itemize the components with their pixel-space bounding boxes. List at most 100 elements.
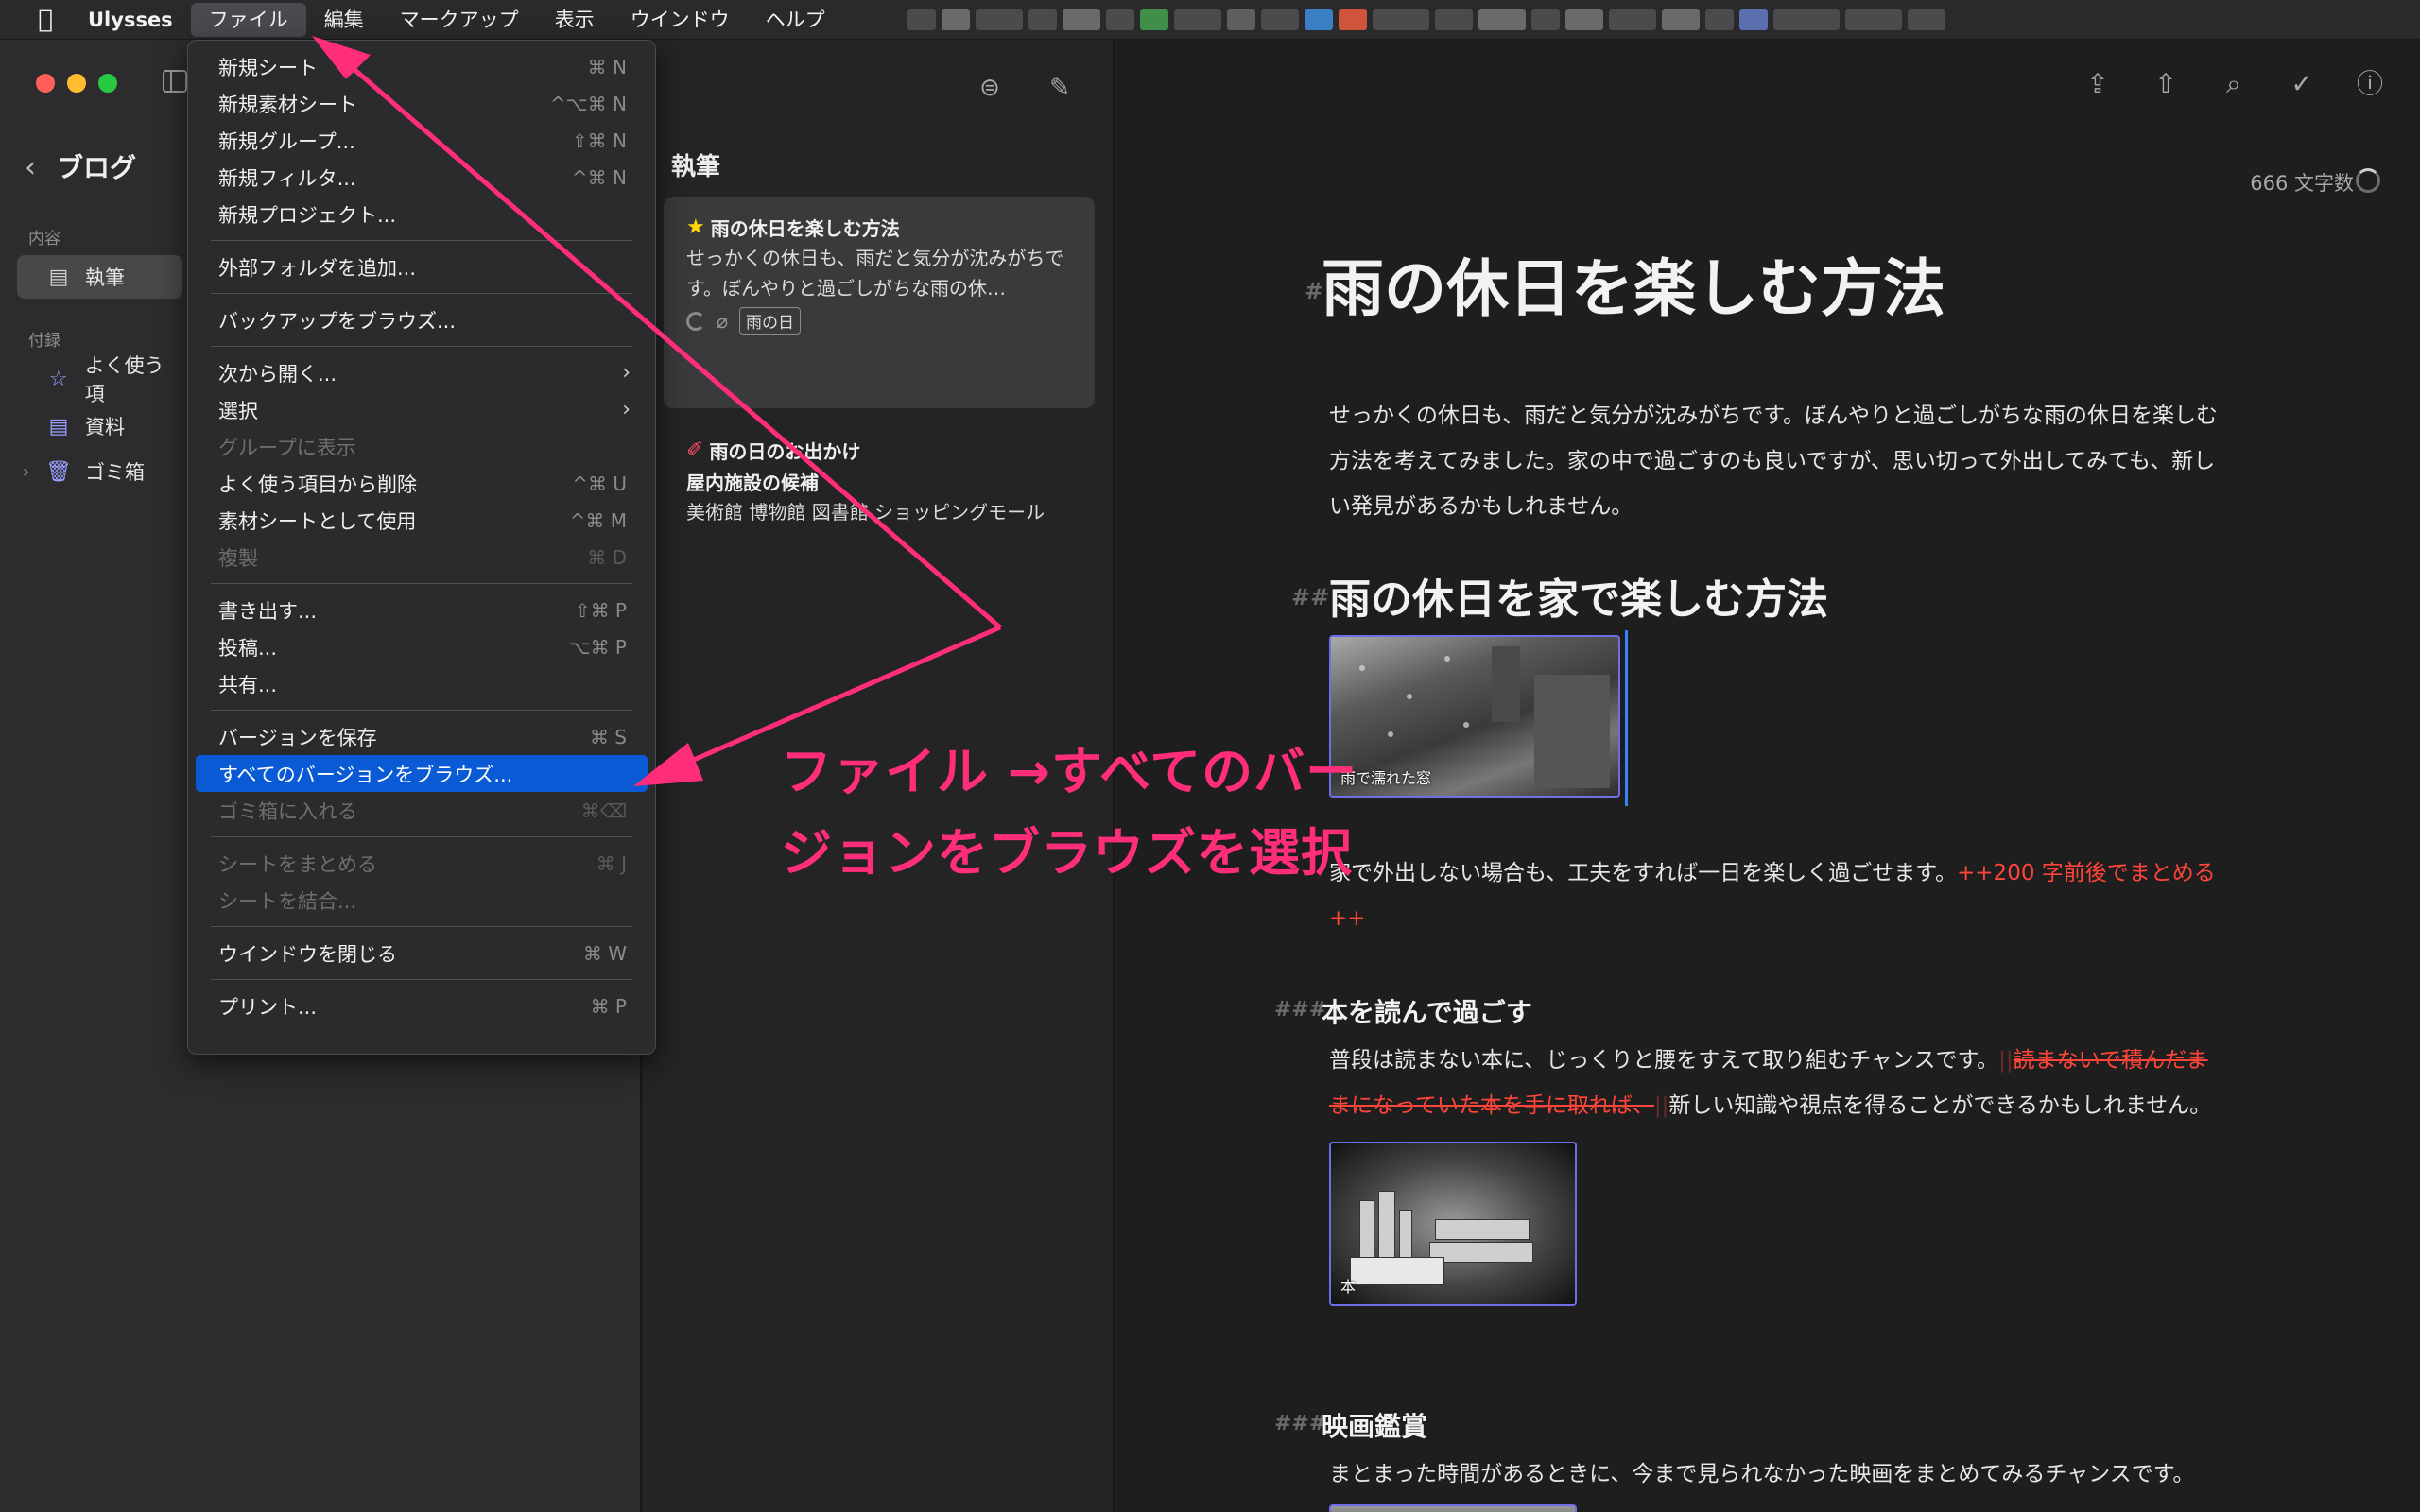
cinema-image[interactable] xyxy=(1329,1504,1577,1512)
menu-help[interactable]: ヘルプ xyxy=(748,3,843,37)
books-image[interactable]: 本 xyxy=(1329,1142,1577,1306)
menu-edit[interactable]: 編集 xyxy=(306,3,382,37)
submenu-chevron-icon: › xyxy=(622,398,631,421)
menu-separator xyxy=(211,583,632,584)
menu-window[interactable]: ウインドウ xyxy=(613,3,748,37)
menu-bar:  Ulysses ファイル 編集 マークアップ 表示 ウインドウ ヘルプ xyxy=(0,0,2420,40)
sidebar-item-favorites[interactable]: ☆ よく使う項 xyxy=(17,354,182,405)
menu-item-label: グループに表示 xyxy=(218,436,356,459)
filter-icon[interactable]: ⊜ xyxy=(976,74,1004,102)
sidebar-item-writing[interactable]: ▤ 執筆 xyxy=(17,255,182,299)
sheet-meta: ⌀ 雨の日 xyxy=(686,307,1072,335)
sidebar-item-label: 執筆 xyxy=(85,266,125,289)
shortcut-label: ^⌘ N xyxy=(571,165,627,189)
menu-item-label: 外部フォルダを追加... xyxy=(218,256,417,280)
paragraph-reading[interactable]: 普段は読まない本に、じっくりと腰をすえて取り組むチャンスです。||読まないで積ん… xyxy=(1329,1038,2218,1128)
publish-icon[interactable]: ⇧ xyxy=(2150,68,2182,100)
sidebar-item-label: 資料 xyxy=(85,416,125,438)
menu-markup[interactable]: マークアップ xyxy=(382,3,537,37)
sidebar-item-label: ゴミ箱 xyxy=(85,461,145,484)
menu-item-use-as-material[interactable]: 素材シートとして使用 ^⌘ M xyxy=(196,502,648,539)
menu-item-add-external-folder[interactable]: 外部フォルダを追加... xyxy=(196,249,648,285)
menu-item-label: よく使う項目から削除 xyxy=(218,472,417,496)
menu-item-label: ウインドウを閉じる xyxy=(218,942,397,966)
menu-item-new-group[interactable]: 新規グループ... ⇧⌘ N xyxy=(196,122,648,159)
menu-item-share[interactable]: 共有... xyxy=(196,665,648,702)
image-detail xyxy=(1492,646,1520,722)
sidebar-item-materials[interactable]: ▤ 資料 xyxy=(17,404,182,448)
menu-item-save-version[interactable]: バージョンを保存 ⌘ S xyxy=(196,718,648,755)
search-icon[interactable]: ⌕ xyxy=(2218,68,2250,100)
submenu-chevron-icon: › xyxy=(622,361,631,385)
image-detail xyxy=(1534,675,1610,788)
menu-item-label: ゴミ箱に入れる xyxy=(218,799,357,823)
minimize-window-button[interactable] xyxy=(67,74,86,93)
menu-item-label: 新規プロジェクト... xyxy=(218,203,397,227)
menu-separator xyxy=(211,979,632,980)
disclosure-chevron-icon[interactable]: › xyxy=(23,462,29,482)
menu-item-open-with[interactable]: 次から開く... › xyxy=(196,354,648,391)
paragraph-movies[interactable]: まとまった時間があるときに、今まで見られなかった映画をまとめてみるチャンスです。 xyxy=(1329,1452,2218,1497)
new-sheet-icon[interactable]: ✎ xyxy=(1046,74,1074,102)
shortcut-label: ⌘ P xyxy=(590,994,627,1018)
menu-item-select[interactable]: 選択 › xyxy=(196,391,648,428)
shortcut-label: ^⌥⌘ N xyxy=(549,92,627,115)
sidebar-toggle-icon[interactable] xyxy=(163,70,187,93)
shortcut-label: ⌘ W xyxy=(582,941,627,965)
keyword-tag: 雨の日 xyxy=(739,307,802,335)
shortcut-label: ⌘ J xyxy=(596,851,627,875)
paragraph-home[interactable]: 家で外出しない場合も、工夫をすれば一日を楽しく過ごせます。++200 字前後でま… xyxy=(1329,850,2218,941)
app-menu[interactable]: Ulysses xyxy=(70,3,191,37)
menu-item-export[interactable]: 書き出す... ⇧⌘ P xyxy=(196,592,648,628)
menu-item-merge-sheets: シートをまとめる ⌘ J xyxy=(196,845,648,882)
zoom-window-button[interactable] xyxy=(98,74,117,93)
menu-item-remove-favorite[interactable]: よく使う項目から削除 ^⌘ U xyxy=(196,465,648,502)
sidebar-item-trash[interactable]: › 🗑 ゴミ箱 xyxy=(17,450,182,493)
menu-item-new-material-sheet[interactable]: 新規素材シート ^⌥⌘ N xyxy=(196,85,648,122)
sheet-card[interactable]: ✐ 雨の日のお出かけ 屋内施設の候補 美術館 博物館 図書館 ショッピングモール xyxy=(664,420,1095,571)
menu-item-label: バックアップをブラウズ... xyxy=(218,309,457,333)
menu-item-browse-backups[interactable]: バックアップをブラウズ... xyxy=(196,301,648,338)
rainy-window-image[interactable]: 雨で濡れた窓 xyxy=(1329,635,1620,798)
back-chevron-icon[interactable]: ‹ xyxy=(25,151,36,184)
menu-item-print[interactable]: プリント... ⌘ P xyxy=(196,988,648,1024)
info-icon[interactable]: ⓘ xyxy=(2354,68,2386,100)
shortcut-label: ⌥⌘ P xyxy=(568,635,627,659)
section-label-content: 内容 xyxy=(28,230,60,249)
text-cursor xyxy=(1625,630,1628,806)
section-label-attachments: 付録 xyxy=(28,332,60,351)
word-count[interactable]: 666 文字数 xyxy=(2250,168,2354,197)
sheet-excerpt: せっかくの休日も、雨だと気分が沈みがちです。ぼんやりと過ごしがちな雨の休… xyxy=(686,247,1064,300)
menu-separator xyxy=(211,710,632,711)
menu-item-label: 素材シートとして使用 xyxy=(218,509,417,533)
review-icon[interactable]: ✓ xyxy=(2286,68,2318,100)
menu-item-label: バージョンを保存 xyxy=(218,726,377,749)
trash-icon: 🗑 xyxy=(45,459,72,484)
sheet-card[interactable]: ★ 雨の休日を楽しむ方法 せっかくの休日も、雨だと気分が沈みがちです。ぼんやりと… xyxy=(664,197,1095,408)
menu-item-new-sheet[interactable]: 新規シート ⌘ N xyxy=(196,48,648,85)
menu-item-combine-sheets: シートを結合... xyxy=(196,882,648,919)
menu-separator xyxy=(211,346,632,347)
close-window-button[interactable] xyxy=(36,74,55,93)
menu-item-label: シートを結合... xyxy=(218,889,357,913)
menu-item-browse-all-versions[interactable]: すべてのバージョンをブラウズ... xyxy=(196,755,648,792)
share-icon[interactable]: ⇪ xyxy=(2082,68,2114,100)
menu-item-label: プリント... xyxy=(218,995,318,1019)
menu-item-close-window[interactable]: ウインドウを閉じる ⌘ W xyxy=(196,935,648,971)
apple-menu-icon[interactable]:  xyxy=(28,0,62,40)
document-heading-2: 雨の休日を家で楽しむ方法 xyxy=(1329,576,1828,624)
menu-item-label: 次から開く... xyxy=(218,362,337,386)
menu-item-publish[interactable]: 投稿... ⌥⌘ P xyxy=(196,628,648,665)
menu-separator xyxy=(211,240,632,241)
shortcut-label: ⇧⌘ P xyxy=(574,598,627,622)
shortcut-label: ⇧⌘ N xyxy=(571,129,627,152)
menu-item-new-project[interactable]: 新規プロジェクト... xyxy=(196,196,648,232)
paragraph-intro[interactable]: せっかくの休日も、雨だと気分が沈みがちです。ぼんやりと過ごしがちな雨の休日を楽し… xyxy=(1329,393,2218,529)
menu-file[interactable]: ファイル xyxy=(190,2,306,37)
menu-item-new-filter[interactable]: 新規フィルタ... ^⌘ N xyxy=(196,159,648,196)
menu-item-label: シートをまとめる xyxy=(218,852,377,876)
sheet-icon: ▤ xyxy=(48,265,69,289)
menu-view[interactable]: 表示 xyxy=(537,3,613,37)
sheet-excerpt: 美術館 博物館 図書館 ショッピングモール xyxy=(686,501,1046,524)
annotation-text-line-1: ファイル →すべてのバー xyxy=(781,742,1358,801)
